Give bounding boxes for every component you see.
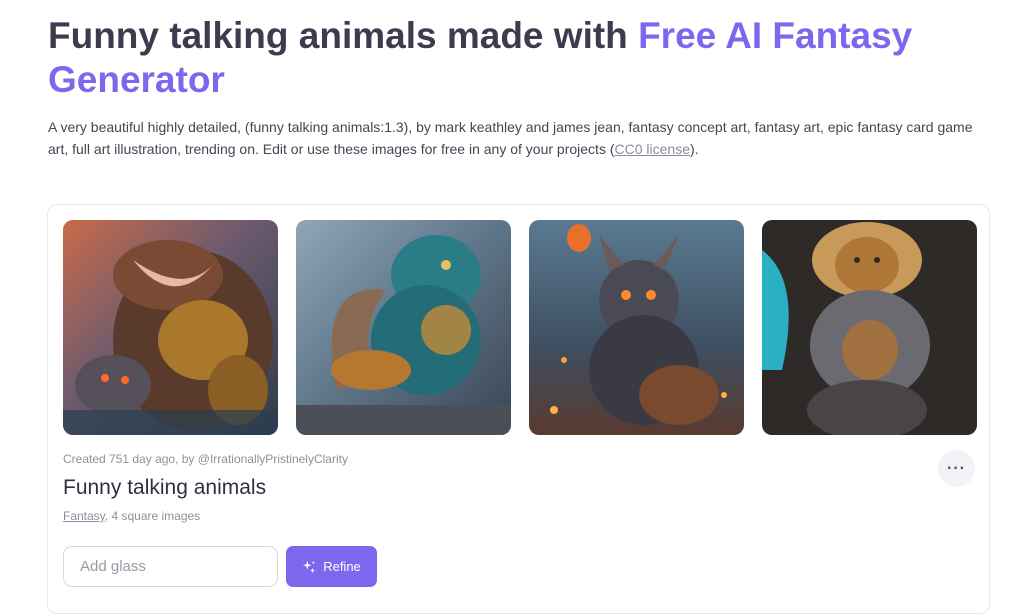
generated-image-1[interactable] [63, 220, 278, 435]
category-link[interactable]: Fantasy [63, 509, 105, 523]
refine-button[interactable]: Refine [286, 546, 377, 587]
sparkle-icon [303, 560, 316, 573]
generated-image-4[interactable] [762, 220, 977, 435]
ellipsis-icon: ··· [947, 459, 966, 477]
description-end: ). [689, 141, 699, 157]
title-main: Funny talking animals made with [48, 15, 639, 56]
refine-button-label: Refine [323, 559, 361, 574]
image-count-text: , 4 square images [104, 509, 201, 523]
generation-title: Funny talking animals [63, 476, 267, 499]
more-options-button[interactable]: ··· [938, 450, 975, 487]
page-title: Funny talking animals made with Free AI … [48, 14, 988, 102]
created-info: Created 751 day ago, by @IrrationallyPri… [63, 452, 348, 466]
cc0-license-link[interactable]: CC0 license [615, 141, 690, 157]
generation-details: Fantasy, 4 square images [63, 509, 200, 523]
generation-card: Created 751 day ago, by @IrrationallyPri… [47, 204, 990, 614]
description-text: A very beautiful highly detailed, (funny… [48, 119, 973, 157]
refine-input[interactable] [63, 546, 278, 587]
generated-image-2[interactable] [296, 220, 511, 435]
page-description: A very beautiful highly detailed, (funny… [48, 116, 988, 160]
generated-image-3[interactable] [529, 220, 744, 435]
